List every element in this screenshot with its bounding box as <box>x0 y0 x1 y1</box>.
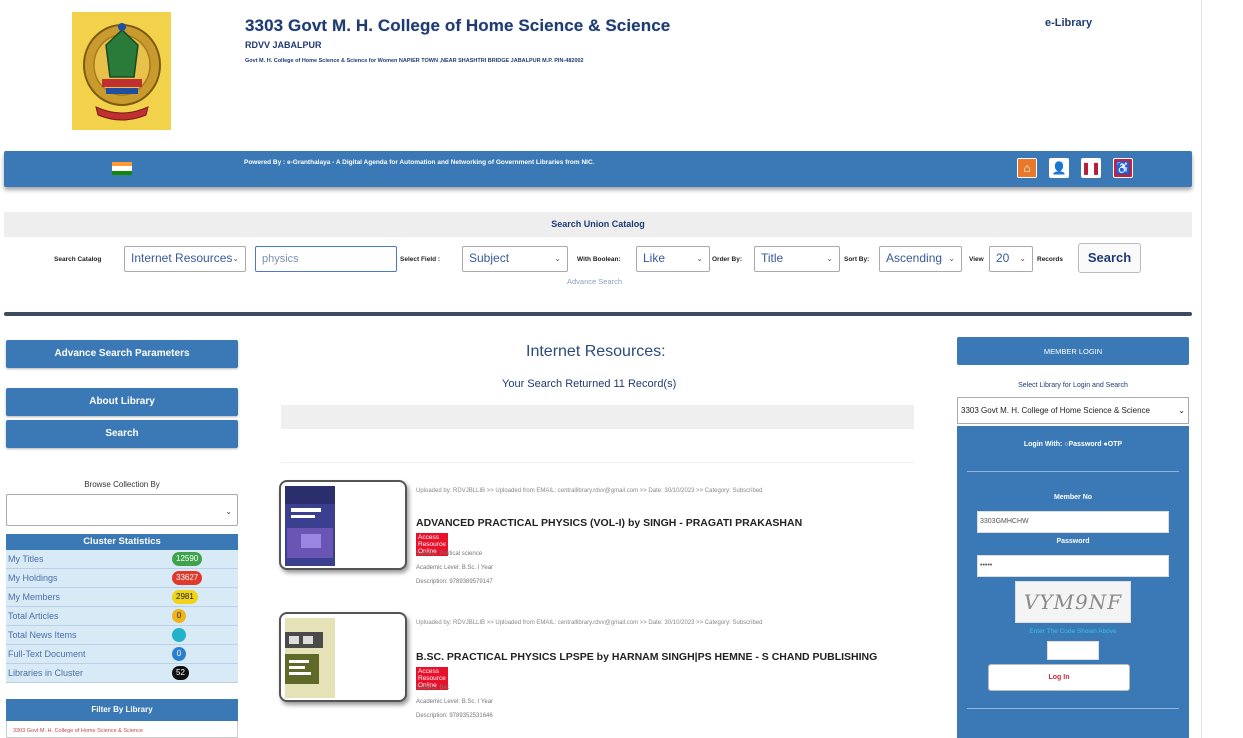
count-badge <box>172 628 186 642</box>
cluster-row[interactable]: Total Articles 0 <box>6 607 238 626</box>
results-title: Internet Resources: <box>526 343 666 360</box>
password-field[interactable]: ••••• <box>977 555 1169 577</box>
login-button[interactable]: Log In <box>988 664 1130 691</box>
member-no-field[interactable]: 3303GMHCHW <box>977 511 1169 533</box>
cluster-row[interactable]: My Titles 12590 <box>6 550 238 569</box>
cluster-statistics: Cluster Statistics My Titles 12590 My Hol… <box>6 534 238 683</box>
book-cover[interactable] <box>279 612 407 702</box>
results-count: Your Search Returned 11 Record(s) <box>502 378 677 390</box>
cluster-row[interactable]: Libraries in Cluster 52 <box>6 664 238 683</box>
chevron-down-icon: ⌄ <box>696 254 703 263</box>
page-edge <box>1201 0 1202 738</box>
search-input[interactable]: physics <box>255 246 397 272</box>
view-label: View <box>969 256 984 263</box>
home-icon[interactable]: ⌂ <box>1017 158 1037 178</box>
record-meta: Uploaded by: RDVJBLLIB >> Uploaded from … <box>416 620 763 626</box>
library-select[interactable]: 3303 Govt M. H. College of Home Science … <box>957 397 1189 424</box>
top-icons: ⌂ 👤 ❚❚ ♿ <box>1017 158 1133 178</box>
order-select[interactable]: Title ⌄ <box>754 246 840 272</box>
record-subject: Subject: Political science <box>416 551 483 557</box>
record-description: Description: 9789389579147 <box>416 579 493 585</box>
cluster-row[interactable]: Total News Items <box>6 626 238 645</box>
field-label: Select Field : <box>400 256 441 263</box>
elibrary-link[interactable]: e-Library <box>1045 17 1092 29</box>
divider <box>281 462 914 463</box>
record-title[interactable]: B.SC. PRACTICAL PHYSICS LPSPE by HARNAM … <box>416 651 877 663</box>
count-badge: 33627 <box>172 571 203 585</box>
record-level: Academic Level: B.Sc. I Year <box>416 565 494 571</box>
record-level: Academic Level: B.Sc. I Year <box>416 699 494 705</box>
india-flag-icon <box>112 162 132 175</box>
chevron-down-icon: ⌄ <box>225 507 232 516</box>
chevron-down-icon: ⌄ <box>1019 254 1026 263</box>
chevron-down-icon: ⌄ <box>948 254 955 263</box>
powered-by-text: Powered By : e-Granthalaya - A Digital A… <box>244 159 595 166</box>
member-no-label: Member No <box>1053 494 1093 501</box>
member-login-button[interactable]: MEMBER LOGIN <box>957 337 1189 365</box>
book-cover[interactable] <box>279 480 407 570</box>
college-address: Govt M. H. College of Home Science & Sci… <box>245 58 584 64</box>
advance-search-link[interactable]: Advance Search <box>567 277 622 286</box>
user-icon[interactable]: 👤 <box>1049 158 1069 178</box>
password-label: Password <box>1056 538 1090 545</box>
chevron-down-icon: ⌄ <box>554 254 561 263</box>
view-select[interactable]: 20 ⌄ <box>989 246 1033 272</box>
page: 3303 Govt M. H. College of Home Science … <box>0 0 1243 738</box>
emblem-icon <box>82 23 161 121</box>
cluster-row[interactable]: Full-Text Document 0 <box>6 645 238 664</box>
record-description: Description: 9789352531646 <box>416 713 493 719</box>
about-library-button[interactable]: About Library <box>6 388 238 416</box>
catalog-label: Search Catalog <box>54 256 102 263</box>
records-label: Records <box>1037 256 1064 263</box>
captcha-hint: Enter The Code Shown Above <box>1029 628 1117 635</box>
filter-title: Filter By Library <box>6 699 238 721</box>
pagination-bar <box>281 405 914 429</box>
chevron-down-icon: ⌄ <box>1178 406 1185 415</box>
record-title[interactable]: ADVANCED PRACTICAL PHYSICS (VOL-I) by SI… <box>416 517 802 529</box>
college-logo <box>72 12 171 130</box>
chevron-down-icon: ⌄ <box>232 254 239 263</box>
sort-label: Sort By: <box>844 256 870 263</box>
chevron-down-icon: ⌄ <box>826 254 833 263</box>
select-library-label: Select Library for Login and Search <box>1018 382 1128 389</box>
record-subject: Subject: Bsc <box>416 685 450 691</box>
filter-item[interactable]: 3303 Govt M. H. College of Home Science … <box>13 728 143 734</box>
count-badge: 0 <box>172 609 186 623</box>
record-meta: Uploaded by: RDVJBLLIB >> Uploaded from … <box>416 488 763 494</box>
cluster-row[interactable]: My Holdings 33627 <box>6 569 238 588</box>
boolean-select[interactable]: Like ⌄ <box>636 246 710 272</box>
boolean-label: With Boolean: <box>577 256 621 263</box>
book-icon[interactable]: ❚❚ <box>1081 158 1101 178</box>
browse-label: Browse Collection By <box>84 480 160 489</box>
cluster-row[interactable]: My Members 2981 <box>6 588 238 607</box>
field-select[interactable]: Subject ⌄ <box>462 246 568 272</box>
divider <box>4 312 1192 316</box>
count-badge: 0 <box>172 647 186 661</box>
advance-params-button[interactable]: Advance Search Parameters <box>6 340 238 368</box>
top-bar: Powered By : e-Granthalaya - A Digital A… <box>4 151 1192 187</box>
cluster-title: Cluster Statistics <box>6 534 238 550</box>
sort-select[interactable]: Ascending ⌄ <box>879 246 962 272</box>
login-method-radios[interactable]: Login With: ○Password ●OTP <box>957 441 1189 448</box>
filter-list: 3303 Govt M. H. College of Home Science … <box>6 721 238 738</box>
search-side-button[interactable]: Search <box>6 420 238 448</box>
college-name: 3303 Govt M. H. College of Home Science … <box>245 16 671 35</box>
count-badge: 52 <box>172 666 189 680</box>
count-badge: 12590 <box>172 552 203 566</box>
count-badge: 2981 <box>172 590 198 604</box>
divider <box>967 708 1179 709</box>
accessibility-icon[interactable]: ♿ <box>1113 158 1133 178</box>
divider <box>967 471 1179 472</box>
search-panel-title: Search Union Catalog <box>4 212 1192 237</box>
university-name: RDVV JABALPUR <box>245 40 322 50</box>
catalog-select[interactable]: Internet Resources ⌄ <box>124 246 246 272</box>
login-panel: Login With: ○Password ●OTP Member No 330… <box>957 426 1189 738</box>
order-label: Order By: <box>712 256 742 263</box>
captcha-input[interactable] <box>1047 641 1099 660</box>
search-button[interactable]: Search <box>1078 243 1141 273</box>
browse-select[interactable]: ⌄ <box>6 494 238 526</box>
captcha-image: VYM9NF <box>1015 581 1131 623</box>
